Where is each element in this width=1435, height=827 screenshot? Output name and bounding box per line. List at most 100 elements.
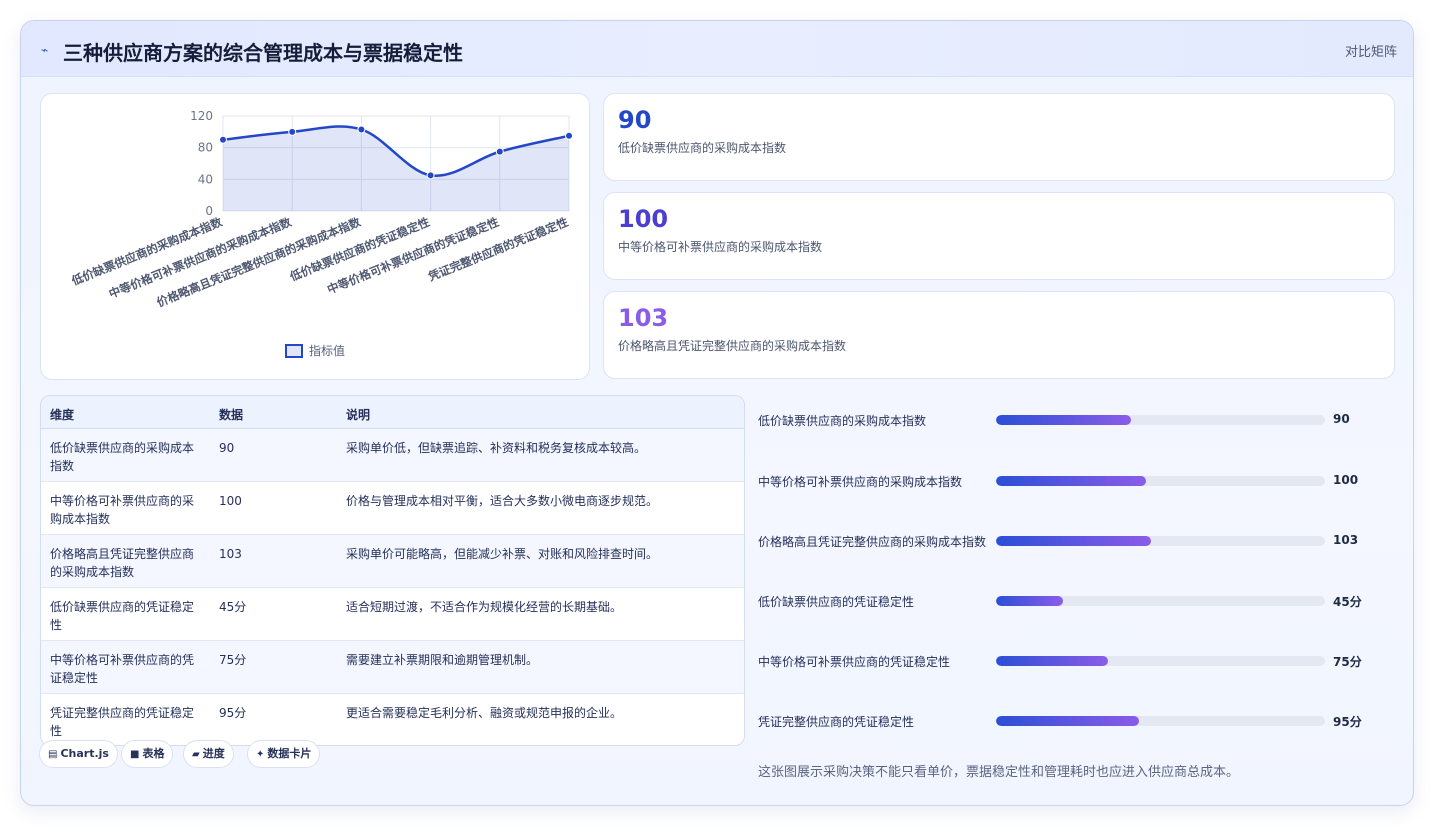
series-area bbox=[223, 126, 569, 211]
progress-label: 价格略高且凭证完整供应商的采购成本指数 bbox=[758, 535, 987, 549]
progress-value: 45分 bbox=[1333, 595, 1362, 609]
panel-header: ⌁ 三种供应商方案的综合管理成本与票据稳定性 对比矩阵 bbox=[21, 21, 1413, 77]
progress-track bbox=[996, 415, 1325, 425]
table-header: 维度 数据 说明 bbox=[41, 396, 744, 429]
cell-dimension: 低价缺票供应商的凭证稳定性 bbox=[50, 600, 195, 632]
kpi-label: 价格略高且凭证完整供应商的采购成本指数 bbox=[618, 339, 847, 353]
kpi-value: 90 bbox=[618, 106, 652, 134]
progress-row: 中等价格可补票供应商的采购成本指数 100 bbox=[758, 471, 1388, 491]
progress-fill bbox=[996, 415, 1131, 425]
table-row: 低价缺票供应商的采购成本指数 90 采购单价低，但缺票追踪、补资料和税务复核成本… bbox=[41, 429, 744, 482]
dashboard-panel: ⌁ 三种供应商方案的综合管理成本与票据稳定性 对比矩阵 0 40 80 120 低价缺票… bbox=[20, 20, 1414, 806]
tag-data-card[interactable]: ✦ 数据卡片 bbox=[247, 740, 321, 768]
table-row: 凭证完整供应商的凭证稳定性 95分 更适合需要稳定毛利分析、融资或规范申报的企业… bbox=[41, 694, 744, 745]
progress-label: 低价缺票供应商的凭证稳定性 bbox=[758, 595, 915, 609]
line-chart-card: 0 40 80 120 低价缺票供应商的采购成本指数 中等价格可补票供应商的采购成本指数价… bbox=[40, 93, 590, 380]
cell-value: 100 bbox=[219, 494, 242, 508]
progress-value: 100 bbox=[1333, 473, 1359, 487]
cell-dimension: 价格略高且凭证完整供应商的采购成本指数 bbox=[50, 547, 195, 579]
cell-description: 采购单价可能略高，但能减少补票、对账和风险排查时间。 bbox=[346, 547, 659, 561]
data-point bbox=[565, 131, 573, 140]
kpi-card: 90 低价缺票供应商的采购成本指数 bbox=[603, 93, 1395, 181]
data-point bbox=[219, 135, 227, 144]
y-tick-label: 0 bbox=[205, 204, 213, 218]
progress-track bbox=[996, 716, 1325, 726]
progress-row: 价格略高且凭证完整供应商的采购成本指数 103 bbox=[758, 531, 1388, 551]
sparkle-icon: ✦ bbox=[256, 749, 265, 760]
progress-label: 低价缺票供应商的采购成本指数 bbox=[758, 414, 927, 428]
table-row: 低价缺票供应商的凭证稳定性 45分 适合短期过渡，不适合作为规模化经营的长期基础… bbox=[41, 588, 744, 641]
data-point bbox=[495, 147, 504, 156]
cell-description: 采购单价低，但缺票追踪、补资料和税务复核成本较高。 bbox=[346, 441, 647, 455]
cell-value: 103 bbox=[219, 547, 242, 561]
table-row: 价格略高且凭证完整供应商的采购成本指数 103 采购单价可能略高，但能减少补票、… bbox=[41, 535, 744, 588]
progress-fill bbox=[996, 596, 1064, 606]
chart-icon: ▤ bbox=[48, 749, 58, 760]
cell-value: 75分 bbox=[219, 653, 247, 667]
progress-row: 低价缺票供应商的采购成本指数 90 bbox=[758, 410, 1388, 430]
line-chart: 04080120低价缺票供应商的采购成本指数中等价格可补票供应商的采购成本指数价… bbox=[69, 109, 573, 358]
cell-description: 需要建立补票期限和逾期管理机制。 bbox=[346, 653, 539, 667]
view-badge: 对比矩阵 bbox=[1344, 45, 1397, 60]
cell-description: 价格与管理成本相对平衡，适合大多数小微电商逐步规范。 bbox=[346, 494, 659, 508]
progress-track bbox=[996, 656, 1325, 666]
progress-row: 低价缺票供应商的凭证稳定性 45分 bbox=[758, 591, 1388, 611]
y-tick-label: 120 bbox=[190, 109, 213, 123]
progress-value: 75分 bbox=[1333, 655, 1362, 669]
cell-value: 90 bbox=[219, 441, 235, 455]
progress-fill bbox=[996, 476, 1146, 486]
progress-track bbox=[996, 476, 1325, 486]
progress-fill bbox=[996, 536, 1151, 546]
lightning-icon: ⌁ bbox=[41, 43, 49, 57]
footnote: 这张图展示采购决策不能只看单价，票据稳定性和管理耗时也应进入供应商总成本。 bbox=[758, 765, 1240, 780]
data-table: 维度 数据 说明 低价缺票供应商的采购成本指数 90 采购单价低，但缺票追踪、补… bbox=[40, 395, 745, 746]
kpi-value: 103 bbox=[618, 304, 669, 332]
page-title: 三种供应商方案的综合管理成本与票据稳定性 bbox=[63, 41, 463, 65]
data-point bbox=[288, 127, 297, 136]
column-header-description: 说明 bbox=[346, 408, 371, 422]
cell-dimension: 凭证完整供应商的凭证稳定性 bbox=[50, 706, 195, 738]
progress-label: 中等价格可补票供应商的采购成本指数 bbox=[758, 475, 963, 489]
progress-value: 90 bbox=[1333, 412, 1350, 426]
legend-swatch bbox=[285, 344, 303, 358]
cell-description: 更适合需要稳定毛利分析、融资或规范申报的企业。 bbox=[346, 706, 623, 720]
column-header-dimension: 维度 bbox=[50, 408, 75, 422]
tag-progress[interactable]: ▰ 进度 bbox=[183, 740, 234, 768]
kpi-card: 100 中等价格可补票供应商的采购成本指数 bbox=[603, 192, 1395, 280]
progress-label: 凭证完整供应商的凭证稳定性 bbox=[758, 715, 915, 729]
tag-label: Chart.js bbox=[60, 747, 109, 760]
kpi-card: 103 价格略高且凭证完整供应商的采购成本指数 bbox=[603, 291, 1395, 379]
progress-row: 中等价格可补票供应商的凭证稳定性 75分 bbox=[758, 651, 1388, 671]
kpi-label: 中等价格可补票供应商的采购成本指数 bbox=[618, 240, 823, 254]
progress-row: 凭证完整供应商的凭证稳定性 95分 bbox=[758, 711, 1388, 731]
table-icon: ■ bbox=[130, 749, 140, 760]
cell-dimension: 中等价格可补票供应商的凭证稳定性 bbox=[50, 653, 195, 685]
tag-table[interactable]: ■ 表格 bbox=[121, 740, 174, 768]
tag-label: 数据卡片 bbox=[267, 747, 312, 760]
progress-value: 103 bbox=[1333, 533, 1359, 547]
progress-fill bbox=[996, 716, 1140, 726]
cell-description: 适合短期过渡，不适合作为规模化经营的长期基础。 bbox=[346, 600, 623, 614]
progress-value: 95分 bbox=[1333, 715, 1362, 729]
kpi-label: 低价缺票供应商的采购成本指数 bbox=[618, 141, 787, 155]
progress-icon: ▰ bbox=[192, 749, 200, 760]
y-tick-label: 40 bbox=[198, 172, 213, 186]
cell-value: 95分 bbox=[219, 706, 247, 720]
tag-label: 表格 bbox=[142, 747, 165, 760]
data-point bbox=[426, 171, 435, 180]
column-header-value: 数据 bbox=[219, 408, 244, 422]
progress-fill bbox=[996, 656, 1108, 666]
progress-track bbox=[996, 596, 1325, 606]
cell-value: 45分 bbox=[219, 600, 247, 614]
progress-label: 中等价格可补票供应商的凭证稳定性 bbox=[758, 655, 951, 669]
legend-label: 指标值 bbox=[309, 343, 345, 358]
kpi-value: 100 bbox=[618, 205, 669, 233]
cell-dimension: 低价缺票供应商的采购成本指数 bbox=[50, 441, 195, 473]
tag-chartjs[interactable]: ▤ Chart.js bbox=[39, 740, 118, 768]
table-row: 中等价格可补票供应商的凭证稳定性 75分 需要建立补票期限和逾期管理机制。 bbox=[41, 641, 744, 694]
cell-dimension: 中等价格可补票供应商的采购成本指数 bbox=[50, 494, 195, 526]
y-tick-label: 80 bbox=[198, 141, 213, 155]
progress-track bbox=[996, 536, 1325, 546]
tag-label: 进度 bbox=[202, 747, 225, 760]
data-point bbox=[357, 125, 366, 134]
